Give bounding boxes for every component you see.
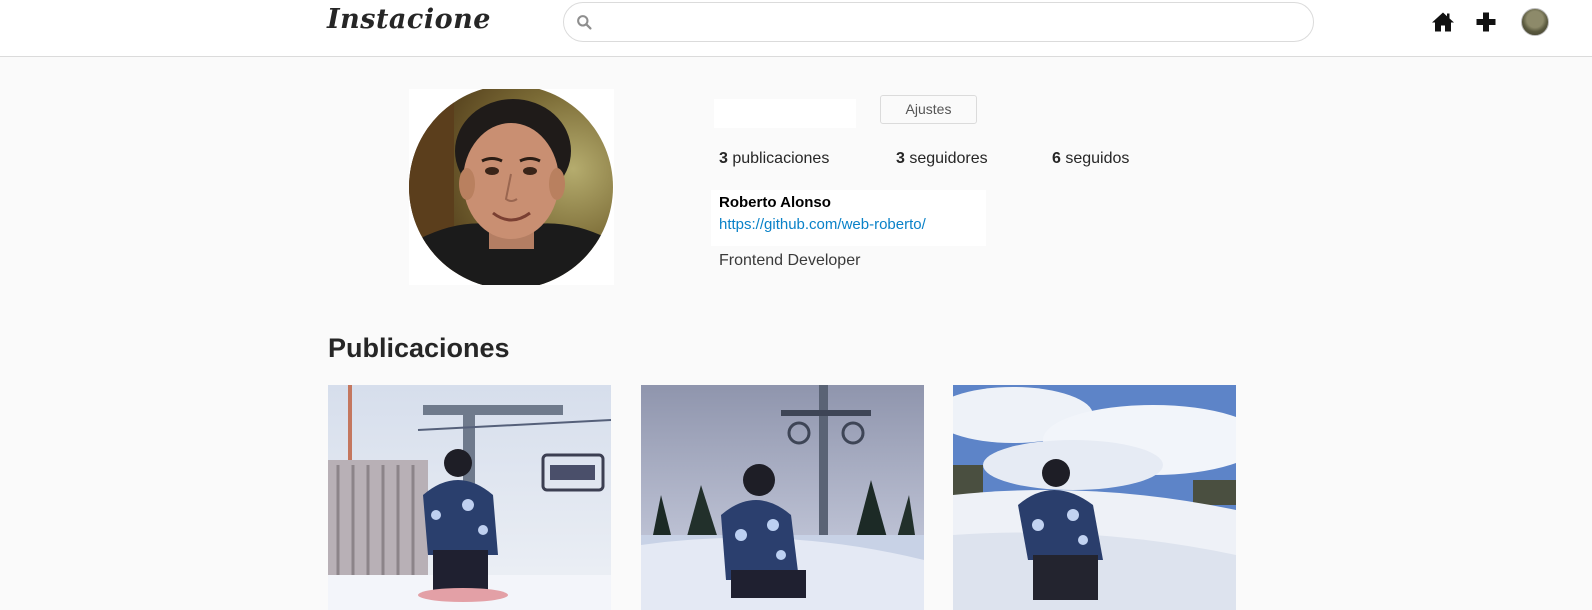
search-icon [577, 15, 592, 30]
home-icon[interactable] [1431, 10, 1455, 34]
post-thumbnail[interactable] [953, 385, 1236, 610]
profile-picture [409, 89, 614, 285]
followers-label: seguidores [909, 150, 988, 167]
settings-button[interactable]: Ajustes [880, 95, 977, 124]
followers-count: 3 [896, 150, 905, 167]
stat-following[interactable]: 6 seguidos [1052, 150, 1129, 168]
profile-description: Frontend Developer [719, 252, 861, 269]
following-count: 6 [1052, 150, 1061, 167]
posts-label: publicaciones [732, 150, 830, 167]
top-bar: Instacione [0, 0, 1592, 57]
avatar[interactable] [1521, 8, 1549, 36]
profile-full-name: Roberto Alonso [719, 194, 831, 211]
username [714, 99, 856, 128]
plus-icon[interactable] [1474, 10, 1498, 34]
post-thumbnail[interactable] [641, 385, 924, 610]
stat-followers[interactable]: 3 seguidores [896, 150, 988, 168]
profile-website-link[interactable]: https://github.com/web-roberto/ [719, 216, 926, 233]
stat-posts: 3 publicaciones [719, 150, 829, 168]
posts-section-title: Publicaciones [328, 333, 510, 363]
search-bar[interactable] [563, 2, 1314, 42]
post-thumbnail[interactable] [328, 385, 611, 610]
posts-count: 3 [719, 150, 728, 167]
bio-box: Roberto Alonso https://github.com/web-ro… [711, 190, 986, 246]
following-label: seguidos [1065, 150, 1130, 167]
search-input[interactable] [600, 3, 1300, 41]
app-logo[interactable]: Instacione [327, 4, 491, 35]
